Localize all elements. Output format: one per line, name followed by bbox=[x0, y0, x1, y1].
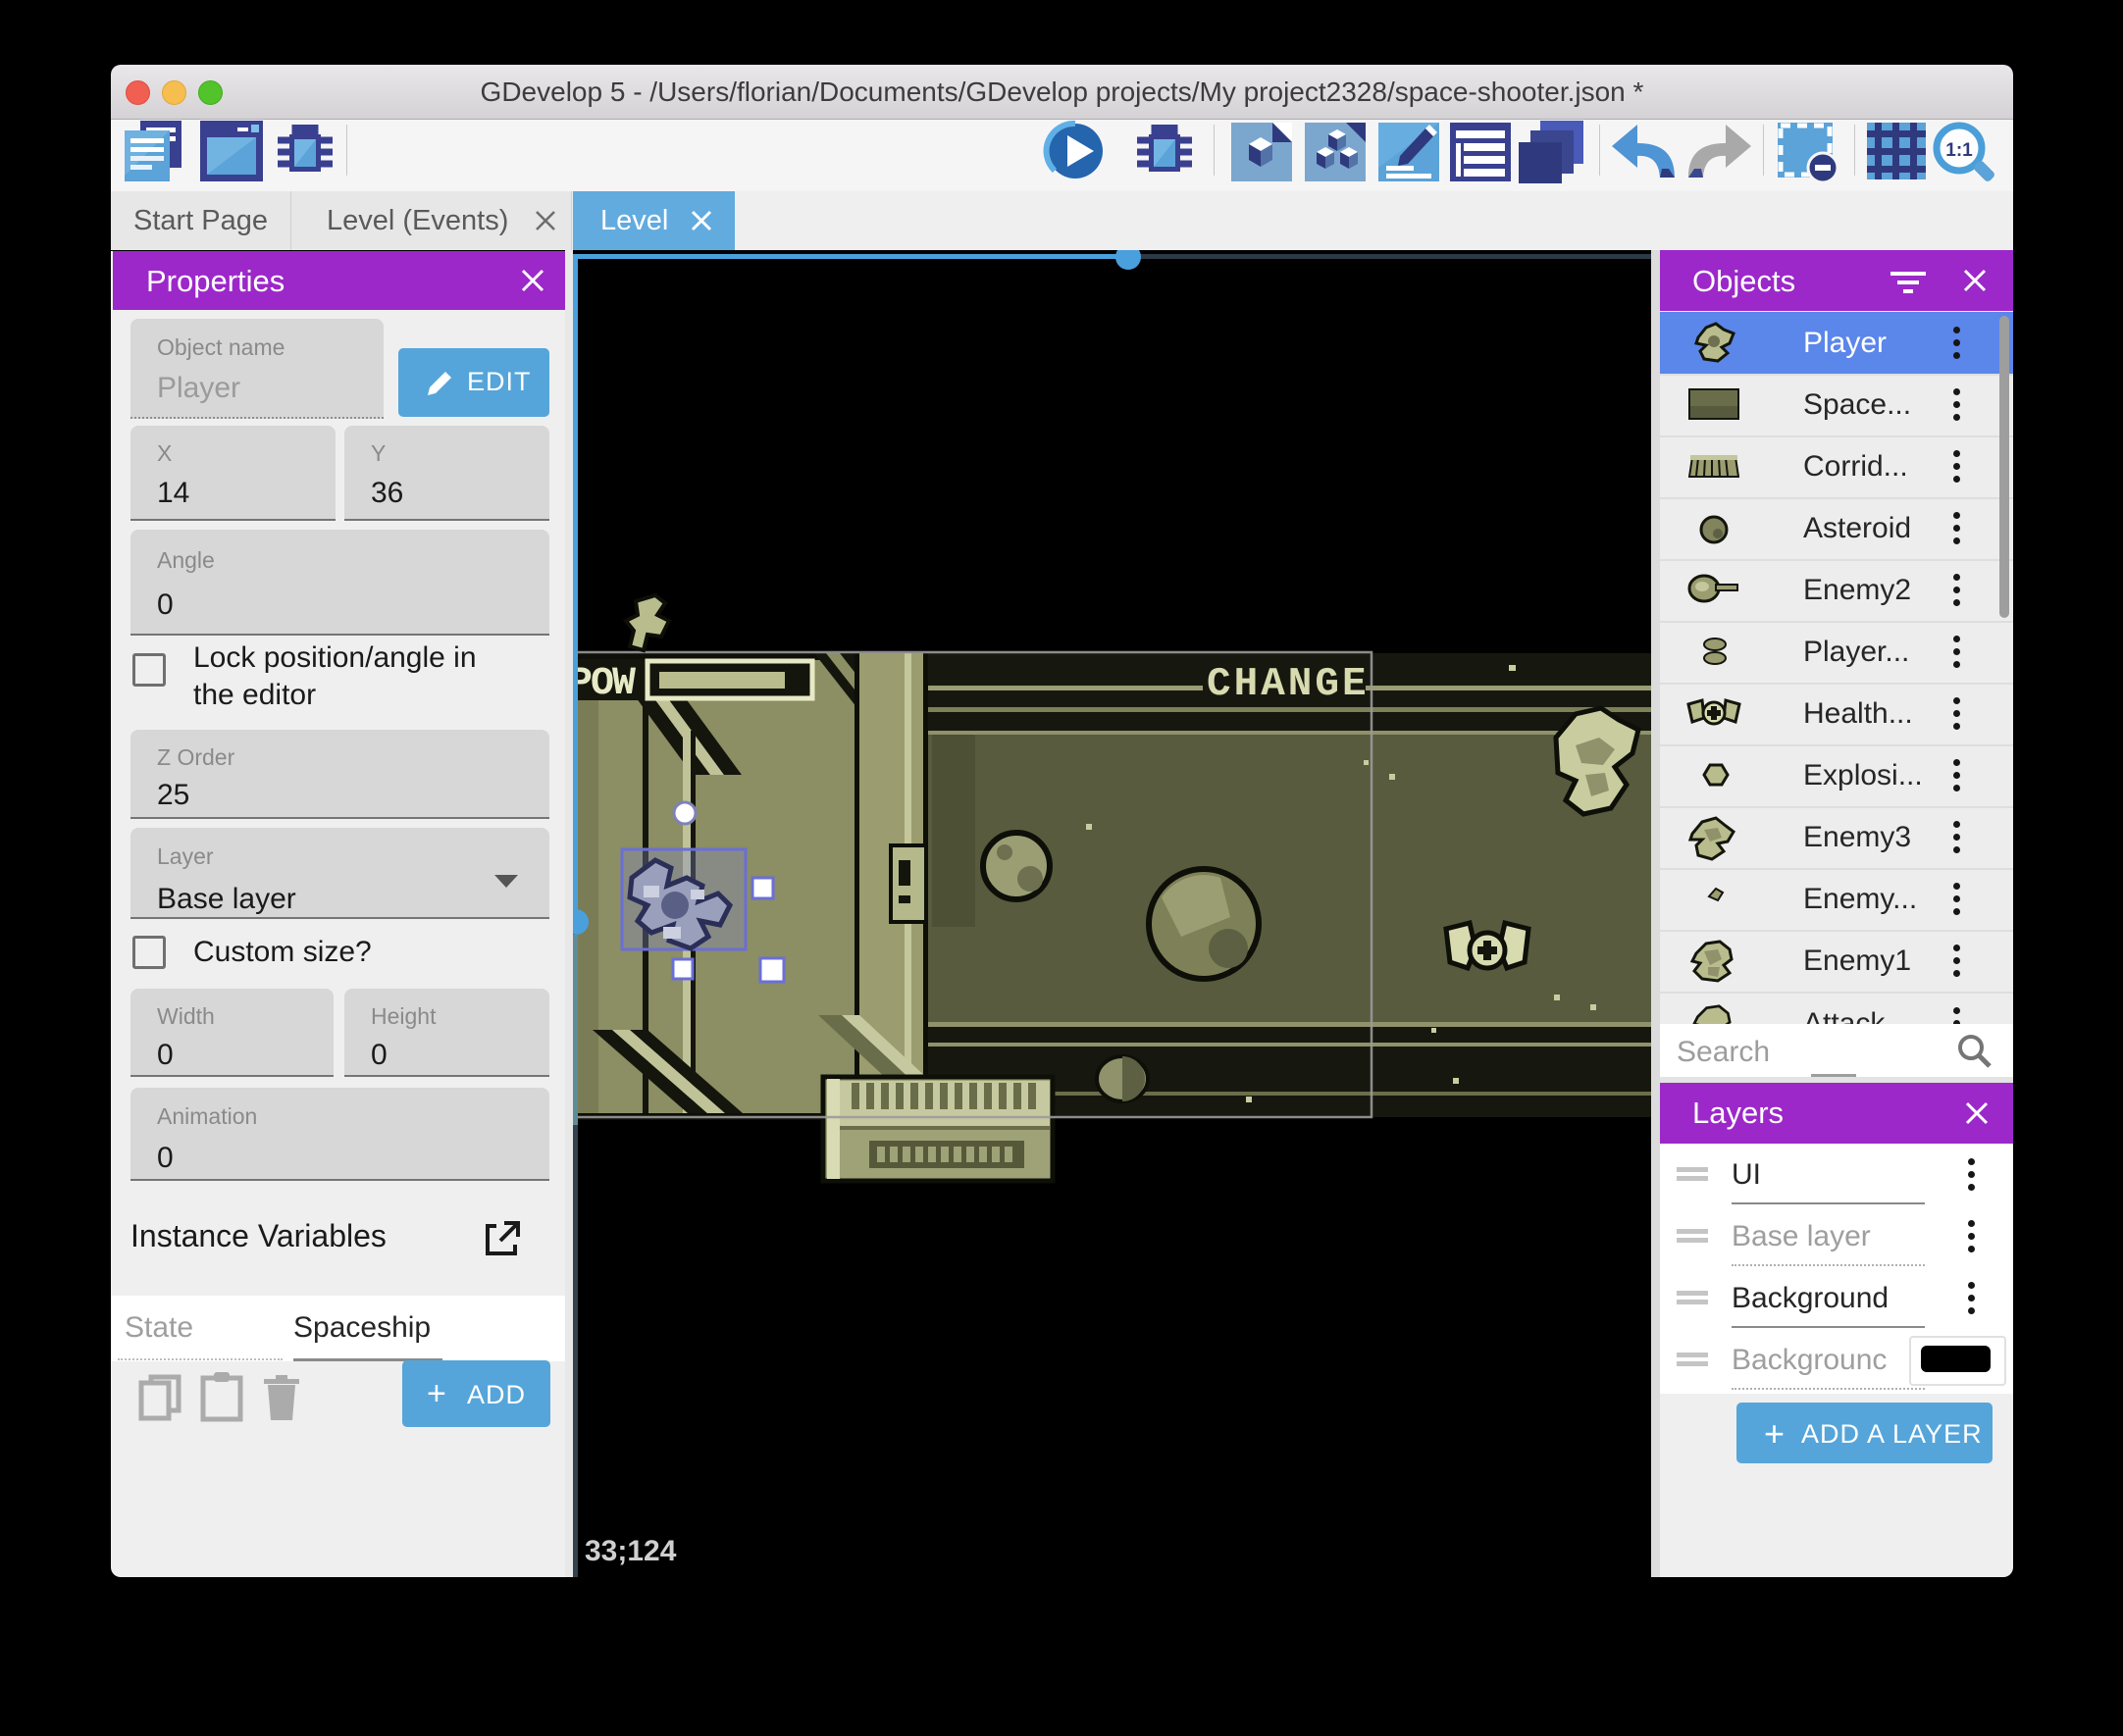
svg-text:POW: POW bbox=[573, 662, 636, 706]
svg-text:CHANGE: CHANGE bbox=[1207, 662, 1370, 707]
svg-text:1:1: 1:1 bbox=[1945, 140, 1973, 161]
